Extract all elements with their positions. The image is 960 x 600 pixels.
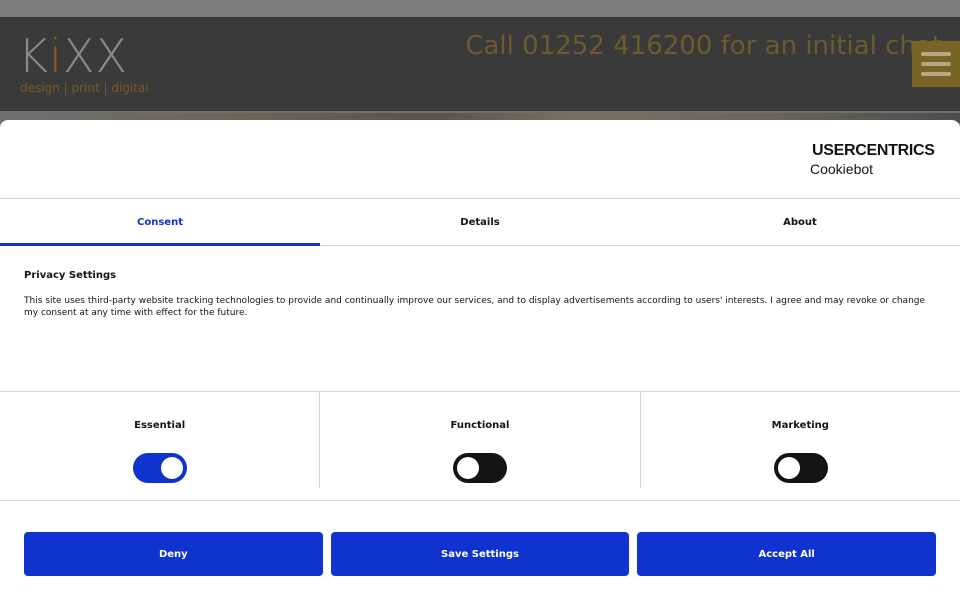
category-functional: Functional	[319, 392, 639, 488]
category-marketing: Marketing	[639, 392, 960, 488]
essential-toggle[interactable]	[133, 453, 187, 483]
consent-tabs: Consent Details About	[0, 199, 960, 246]
marketing-toggle[interactable]	[773, 453, 828, 483]
site-logo[interactable]: KiXX design | print | digital	[18, 29, 149, 99]
functional-toggle[interactable]	[453, 453, 508, 483]
brand-product: Cookiebot	[810, 161, 874, 177]
category-label: Marketing	[771, 420, 829, 431]
logo-wordmark: KiXX	[18, 29, 128, 83]
toggle-knob	[457, 457, 480, 479]
hamburger-menu-button[interactable]	[912, 41, 960, 87]
category-essential: Essential	[0, 392, 319, 488]
usercentrics-cookiebot-logo[interactable]: USERCENTRICS Cookiebot	[810, 142, 935, 182]
consent-categories: Essential Functional Marketing	[0, 391, 960, 501]
brand-name: USERCENTRICS	[812, 142, 935, 159]
privacy-settings-description: This site uses third-party website track…	[24, 296, 926, 318]
dialog-header: USERCENTRICS Cookiebot	[0, 120, 960, 199]
consent-content: Privacy Settings This site uses third-pa…	[24, 270, 936, 319]
consent-actions: Deny Save Settings Accept All	[24, 532, 937, 576]
category-label: Functional	[450, 420, 510, 431]
toggle-knob	[777, 457, 800, 479]
site-top-bar	[0, 0, 960, 17]
cookie-consent-dialog: USERCENTRICS Cookiebot Consent Details A…	[0, 120, 960, 600]
save-settings-button[interactable]: Save Settings	[330, 532, 630, 576]
site-header: KiXX design | print | digital Call 01252…	[0, 17, 960, 113]
tab-details[interactable]: Details	[320, 199, 640, 245]
accept-all-button[interactable]: Accept All	[637, 532, 937, 576]
call-to-action-text: Call 01252 416200 for an initial chat	[465, 31, 942, 61]
deny-button[interactable]: Deny	[24, 532, 323, 576]
logo-tagline: design | print | digital	[20, 81, 149, 95]
tab-about[interactable]: About	[640, 199, 960, 245]
privacy-settings-heading: Privacy Settings	[24, 270, 117, 281]
hamburger-icon	[921, 52, 951, 56]
tab-consent[interactable]: Consent	[0, 199, 320, 246]
toggle-knob	[161, 457, 183, 479]
category-label: Essential	[134, 420, 186, 431]
